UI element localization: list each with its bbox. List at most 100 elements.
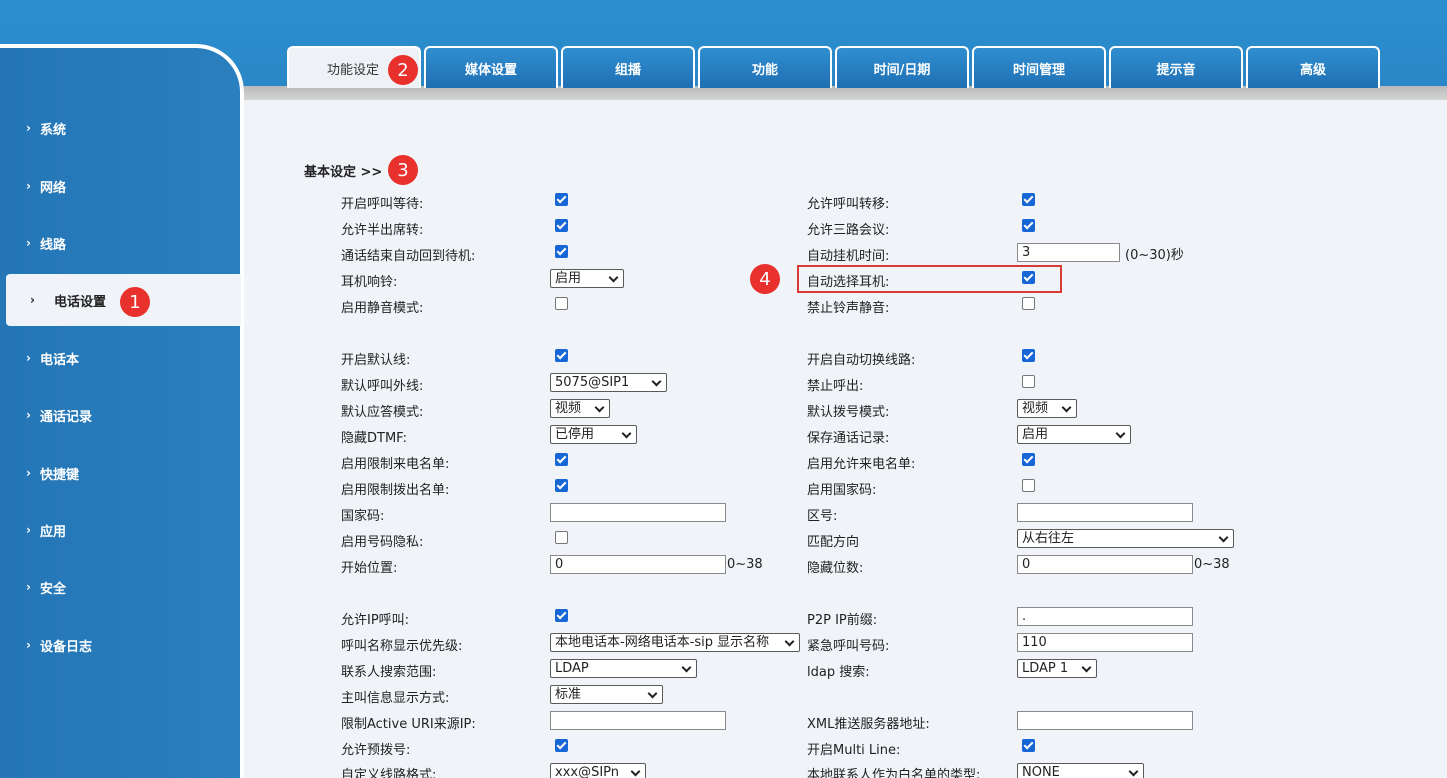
sidebar-item-label: 网络 <box>40 180 67 196</box>
checkbox-call-waiting[interactable] <box>555 193 568 206</box>
tab-prompt-tone[interactable]: 提示音 <box>1109 46 1243 88</box>
checkbox-no-outgoing[interactable] <box>1022 375 1035 388</box>
select-match-direction[interactable]: 从右往左 <box>1017 529 1234 548</box>
select-value: NONE <box>1022 765 1060 778</box>
sidebar-item-device-log[interactable]: › 设备日志 <box>0 619 240 671</box>
select-dial-mode[interactable]: 视频 <box>1017 399 1077 418</box>
checkbox-allow-forward[interactable] <box>1022 193 1035 206</box>
checkbox-restrict-outgoing[interactable] <box>555 479 568 492</box>
select-value: LDAP 1 <box>1022 661 1069 676</box>
input-area-code[interactable] <box>1017 503 1193 522</box>
checkbox-auto-idle[interactable] <box>555 245 568 258</box>
sidebar-item-apps[interactable]: › 应用 <box>0 504 240 556</box>
checkbox-auto-headset[interactable] <box>1022 271 1035 284</box>
select-caller-display[interactable]: 标准 <box>550 685 663 704</box>
chevron-right-icon: › <box>26 523 31 537</box>
sidebar-item-line[interactable]: › 线路 <box>0 217 240 269</box>
checkbox-three-way[interactable] <box>1022 219 1035 232</box>
label-allow-ip-call: 允许IP呼叫: <box>341 613 410 628</box>
select-default-out-line[interactable]: 5075@SIP1 <box>550 373 667 392</box>
select-value: 启用 <box>1022 427 1049 442</box>
select-headset-ring[interactable]: 启用 <box>550 269 624 288</box>
label-allow-forward: 允许呼叫转移: <box>807 197 890 212</box>
sidebar-item-label: 安全 <box>40 581 67 597</box>
sidebar-item-label: 电话本 <box>40 352 80 368</box>
input-start-pos[interactable]: 0 <box>550 555 726 574</box>
label-no-ring-mute: 禁止铃声静音: <box>807 301 890 316</box>
hint-hide-digits: 0~38 <box>1194 557 1230 572</box>
label-contact-scope: 联系人搜索范围: <box>341 665 437 680</box>
select-value: 本地电话本-网络电话本-sip 显示名称 <box>555 635 770 650</box>
checkbox-restrict-incoming[interactable] <box>555 453 568 466</box>
input-hide-digits[interactable]: 0 <box>1017 555 1193 574</box>
label-restrict-outgoing: 启用限制拨出名单: <box>341 483 450 498</box>
label-auto-idle: 通话结束自动回到待机: <box>341 249 476 264</box>
chevron-right-icon: › <box>26 121 31 135</box>
label-xml-server: XML推送服务器地址: <box>807 717 930 732</box>
input-active-uri[interactable] <box>550 711 726 730</box>
chevron-right-icon: › <box>26 638 31 652</box>
step-badge-1: 1 <box>120 287 150 317</box>
label-answer-mode: 默认应答模式: <box>341 405 424 420</box>
checkbox-allow-ip-call[interactable] <box>555 609 568 622</box>
chevron-right-icon: › <box>26 351 31 365</box>
sidebar-item-phonebook[interactable]: › 电话本 <box>0 332 240 384</box>
sidebar-item-call-log[interactable]: › 通话记录 <box>0 389 240 441</box>
label-hide-digits: 隐藏位数: <box>807 561 864 576</box>
input-p2p-prefix[interactable]: . <box>1017 607 1193 626</box>
tab-multicast[interactable]: 组播 <box>561 46 695 88</box>
checkbox-semi-transfer[interactable] <box>555 219 568 232</box>
input-emergency[interactable]: 110 <box>1017 633 1193 652</box>
label-silent-mode: 启用静音模式: <box>341 301 424 316</box>
tab-features[interactable]: 功能 <box>698 46 832 88</box>
label-dial-mode: 默认拨号模式: <box>807 405 890 420</box>
tab-time-date[interactable]: 时间/日期 <box>835 46 969 88</box>
label-allow-incoming: 启用允许来电名单: <box>807 457 916 472</box>
input-xml-server[interactable] <box>1017 711 1193 730</box>
sidebar-item-label: 通话记录 <box>40 409 93 425</box>
checkbox-country-code-enable[interactable] <box>1022 479 1035 492</box>
select-contact-scope[interactable]: LDAP <box>550 659 697 678</box>
select-value: LDAP <box>555 661 589 676</box>
checkbox-no-ring-mute[interactable] <box>1022 297 1035 310</box>
label-auto-switch-line: 开启自动切换线路: <box>807 353 916 368</box>
input-auto-hangup[interactable]: 3 <box>1017 243 1120 262</box>
checkbox-auto-switch-line[interactable] <box>1022 349 1035 362</box>
tab-time-management[interactable]: 时间管理 <box>972 46 1106 88</box>
step-badge-4: 4 <box>750 264 780 294</box>
checkbox-allow-incoming[interactable] <box>1022 453 1035 466</box>
label-call-waiting: 开启呼叫等待: <box>341 197 424 212</box>
select-custom-line-format[interactable]: xxx@SIPn <box>550 763 646 778</box>
select-hide-dtmf[interactable]: 已停用 <box>550 425 637 444</box>
sidebar-item-system[interactable]: › 系统 <box>0 102 240 154</box>
sidebar-item-label: 快捷键 <box>40 467 80 483</box>
tab-advanced[interactable]: 高级 <box>1246 46 1380 88</box>
select-ldap-search[interactable]: LDAP 1 <box>1017 659 1097 678</box>
label-ldap-search: ldap 搜索: <box>807 665 870 680</box>
label-emergency: 紧急呼叫号码: <box>807 639 890 654</box>
sidebar-item-security[interactable]: › 安全 <box>0 561 240 613</box>
sidebar-item-shortcuts[interactable]: › 快捷键 <box>0 447 240 499</box>
label-auto-headset: 自动选择耳机: <box>807 275 890 290</box>
label-country-code-enable: 启用国家码: <box>807 483 877 498</box>
checkbox-silent-mode[interactable] <box>555 297 568 310</box>
select-name-priority[interactable]: 本地电话本-网络电话本-sip 显示名称 <box>550 633 800 652</box>
label-whitelist-type: 本地联系人作为白名单的类型: <box>807 768 981 778</box>
select-answer-mode[interactable]: 视频 <box>550 399 610 418</box>
tab-media-settings[interactable]: 媒体设置 <box>424 46 558 88</box>
checkbox-pre-dial[interactable] <box>555 739 568 752</box>
checkbox-default-line[interactable] <box>555 349 568 362</box>
label-active-uri: 限制Active URI来源IP: <box>341 717 476 732</box>
label-name-priority: 呼叫名称显示优先级: <box>341 639 463 654</box>
select-save-call-log[interactable]: 启用 <box>1017 425 1131 444</box>
input-country-code[interactable] <box>550 503 726 522</box>
checkbox-number-privacy[interactable] <box>555 531 568 544</box>
checkbox-multi-line[interactable] <box>1022 739 1035 752</box>
label-p2p-prefix: P2P IP前缀: <box>807 613 878 628</box>
sidebar-item-network[interactable]: › 网络 <box>0 160 240 212</box>
label-no-outgoing: 禁止呼出: <box>807 379 864 394</box>
section-title: 基本设定 >> <box>304 165 383 180</box>
chevron-right-icon: › <box>26 236 31 250</box>
select-value: 从右往左 <box>1022 531 1075 546</box>
select-whitelist-type[interactable]: NONE <box>1017 763 1144 778</box>
